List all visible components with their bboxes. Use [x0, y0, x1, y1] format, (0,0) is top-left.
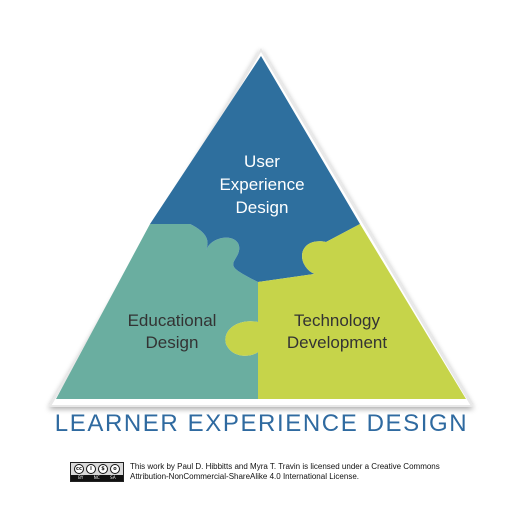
license-line2[interactable]: Attribution-NonCommercial-ShareAlike 4.0… [130, 472, 440, 482]
cc-icon: cc [74, 464, 84, 474]
ux-label-line3: Design [236, 198, 289, 217]
diagram-title: LEARNER EXPERIENCE DESIGN [54, 410, 469, 437]
edu-label-line2: Design [146, 333, 199, 352]
license-line1: This work by Paul D. Hibbitts and Myra T… [130, 462, 440, 471]
attribution-icon: i [86, 464, 96, 474]
creative-commons-badge-icon[interactable]: cc i $ o BY NC SA [70, 462, 124, 482]
sharealike-icon: o [110, 464, 120, 474]
ux-label-line1: User [244, 152, 280, 171]
edu-label-line1: Educational [128, 311, 217, 330]
license-text: This work by Paul D. Hibbitts and Myra T… [130, 462, 440, 482]
ux-label-line2: Experience [219, 175, 304, 194]
tech-label-line2: Development [287, 333, 387, 352]
noncommercial-icon: $ [98, 464, 108, 474]
badge-label-sa: SA [110, 475, 116, 480]
learner-experience-diagram: User Experience Design Educational Desig… [48, 48, 474, 407]
badge-label-by: BY [78, 475, 84, 480]
tech-label-line1: Technology [294, 311, 381, 330]
badge-label-nc: NC [93, 475, 100, 480]
license-notice: cc i $ o BY NC SA This work by Paul D. H… [70, 462, 490, 488]
